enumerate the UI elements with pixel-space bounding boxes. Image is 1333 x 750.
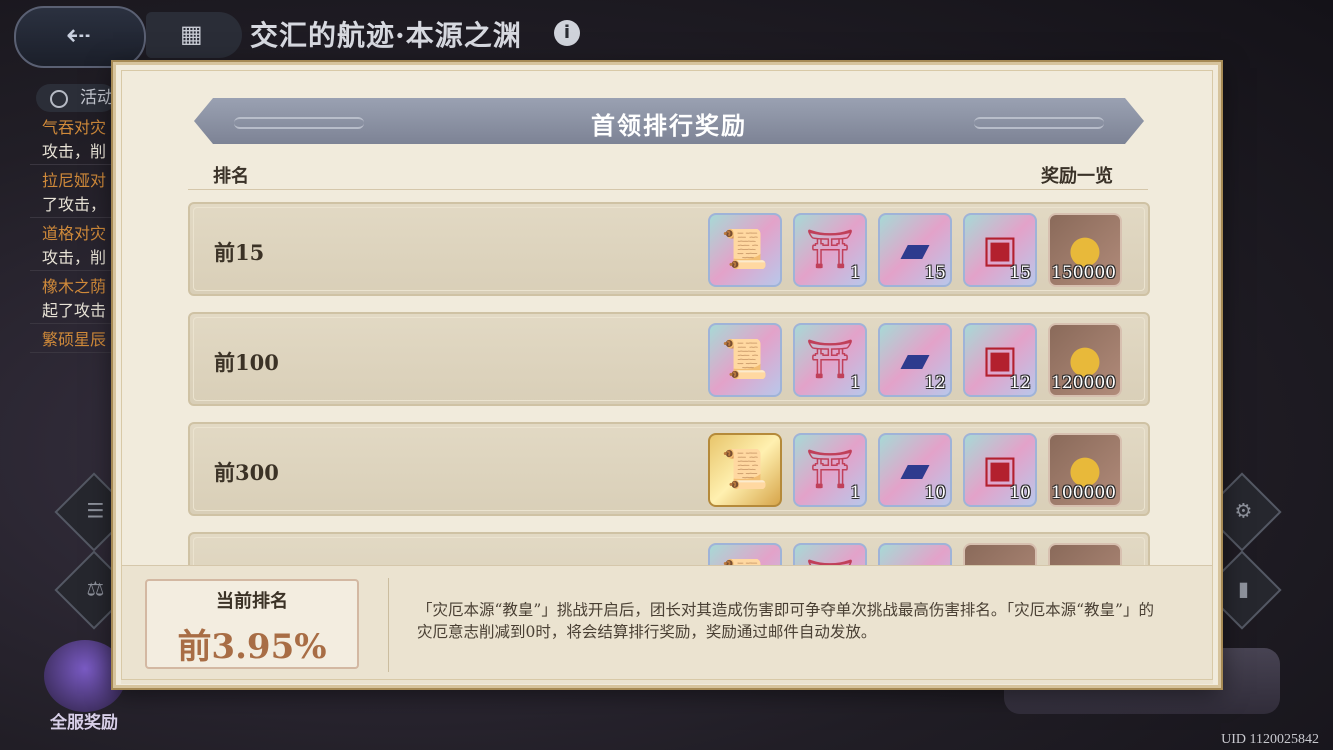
header-divider — [188, 189, 1148, 190]
reward-item[interactable]: ⛩ 1 — [793, 433, 867, 507]
menu-button[interactable]: ▦ — [146, 12, 242, 58]
rank-column-header: 排名 — [213, 166, 249, 187]
log-entry-name: 道格对灾 — [42, 224, 107, 243]
reward-item[interactable]: ▰ — [878, 543, 952, 566]
reward-item[interactable]: 📜 — [708, 433, 782, 507]
log-entry: 气吞对灾攻击，削 — [30, 116, 116, 165]
reward-count: 10 — [924, 483, 946, 503]
log-entry-name: 橡木之荫 — [42, 277, 107, 296]
log-entry: 道格对灾攻击，削 — [30, 222, 116, 271]
reward-item[interactable]: ▰ 15 — [878, 213, 952, 287]
log-entry-text: 起了攻击 — [42, 301, 107, 320]
reward-count: 100000 — [1051, 483, 1116, 503]
rank-row: 前100 📜 ⛩ 1 ▰ 12 ▣ 12 ● 120000 — [188, 312, 1150, 406]
log-entry: 繁硕星辰 — [30, 328, 116, 353]
reward-item[interactable]: ⛩ — [793, 543, 867, 566]
log-entry-name: 气吞对灾 — [42, 118, 107, 137]
rank-row: 前300 📜 ⛩ 1 ▰ 10 ▣ 10 ● 100000 — [188, 422, 1150, 516]
reward-count: 12 — [924, 373, 946, 393]
current-rank-box: 当前排名 前3.95% — [145, 579, 359, 669]
scroll-icon: 📜 — [721, 227, 769, 271]
page-title: 交汇的航迹·本源之渊 — [250, 19, 522, 52]
rank-row: 前15 📜 ⛩ 1 ▰ 15 ▣ 15 ● 150000 — [188, 202, 1150, 296]
current-rank-value: 前3.95% — [177, 627, 327, 667]
reward-item[interactable]: ▰ 12 — [878, 323, 952, 397]
current-rank-label: 当前排名 — [216, 591, 288, 612]
modal-title-banner: 首领排行奖励 — [194, 98, 1144, 144]
reward-count: 1 — [850, 263, 861, 283]
reward-item[interactable]: 📜 — [708, 323, 782, 397]
reward-item[interactable]: ▣ 15 — [963, 213, 1037, 287]
battle-log: 活动 气吞对灾 攻击，削 拉尼娅对 了攻击， 道格对灾 攻击，削 橡木之荫 起了攻击 繁硕星辰 — [30, 84, 116, 353]
server-reward-label[interactable]: 全服奖励 — [50, 708, 118, 733]
scroll-icon: 📜 — [721, 337, 769, 381]
scroll-icon: 📜 — [721, 447, 769, 491]
back-arrow-icon: ⇠ — [66, 18, 92, 53]
footer-divider — [388, 578, 389, 672]
log-entry: 拉尼娅对了攻击， — [30, 169, 116, 218]
reward-items: 📜 ⛩ 1 ▰ 12 ▣ 12 ● 120000 — [708, 323, 1122, 397]
log-entry: 橡木之荫 起了攻击 — [30, 275, 116, 324]
log-entry-text: 攻击，削 — [42, 142, 107, 161]
reward-item[interactable]: ▣ — [963, 543, 1037, 566]
reward-count: 1 — [850, 373, 861, 393]
back-button[interactable]: ⇠ — [14, 6, 146, 68]
reward-item[interactable]: ● 120000 — [1048, 323, 1122, 397]
modal-footer: 当前排名 前3.95% 「灾厄本源“教皇”」挑战开启后，团长对其造成伤害即可争夺… — [121, 565, 1213, 684]
reward-items: 📜 ⛩ 1 ▰ 15 ▣ 15 ● 150000 — [708, 213, 1122, 287]
reward-item[interactable]: 📜 — [708, 543, 782, 566]
rank-row: 📜 ⛩ ▰ ▣ ● — [188, 532, 1150, 566]
reward-count: 12 — [1009, 373, 1031, 393]
reward-item[interactable]: ⛩ 1 — [793, 213, 867, 287]
rank-description: 「灾厄本源“教皇”」挑战开启后，团长对其造成伤害即可争夺单次挑战最高伤害排名。「… — [417, 601, 1154, 641]
clock-icon — [50, 90, 68, 108]
reward-items: 📜 ⛩ 1 ▰ 10 ▣ 10 ● 100000 — [708, 433, 1122, 507]
reward-item[interactable]: 📜 — [708, 213, 782, 287]
reward-item[interactable]: ⛩ 1 — [793, 323, 867, 397]
reward-item[interactable]: ● — [1048, 543, 1122, 566]
uid-label: UID 1120025842 — [1221, 732, 1319, 747]
reward-item[interactable]: ▣ 12 — [963, 323, 1037, 397]
reward-item[interactable]: ▰ 10 — [878, 433, 952, 507]
reward-item[interactable]: ▣ 10 — [963, 433, 1037, 507]
rank-reward-list[interactable]: 前15 📜 ⛩ 1 ▰ 15 ▣ 15 ● 150000 前100 📜 ⛩ 1 ▰ 12 ▣ 12 ● 120000 前… — [188, 202, 1150, 566]
rank-reward-modal: 首领排行奖励 排名 奖励一览 前15 📜 ⛩ 1 ▰ 15 ▣ 15 ● 150000 前100 📜 ⛩… — [113, 62, 1221, 688]
activity-time-label: 活动 — [36, 84, 116, 112]
modal-title: 首领排行奖励 — [591, 111, 747, 140]
log-entry-text: 攻击，削 — [42, 248, 107, 267]
log-entry-text: 了攻击， — [42, 195, 107, 214]
reward-item[interactable]: ● 150000 — [1048, 213, 1122, 287]
log-entry-name: 繁硕星辰 — [42, 330, 107, 349]
rank-label: 前300 — [214, 460, 279, 485]
reward-count: 1 — [850, 483, 861, 503]
rewards-column-header: 奖励一览 — [1041, 166, 1113, 187]
reward-count: 10 — [1009, 483, 1031, 503]
grid-icon: ▦ — [180, 20, 203, 48]
reward-count: 15 — [924, 263, 946, 283]
rank-label: 前100 — [214, 350, 279, 375]
info-icon[interactable]: i — [554, 20, 580, 46]
reward-item[interactable]: ● 100000 — [1048, 433, 1122, 507]
reward-items: 📜 ⛩ ▰ ▣ ● — [708, 543, 1122, 566]
reward-count: 150000 — [1051, 263, 1116, 283]
reward-count: 15 — [1009, 263, 1031, 283]
log-entry-name: 拉尼娅对 — [42, 171, 107, 190]
rank-label: 前15 — [214, 240, 265, 265]
reward-count: 120000 — [1051, 373, 1116, 393]
